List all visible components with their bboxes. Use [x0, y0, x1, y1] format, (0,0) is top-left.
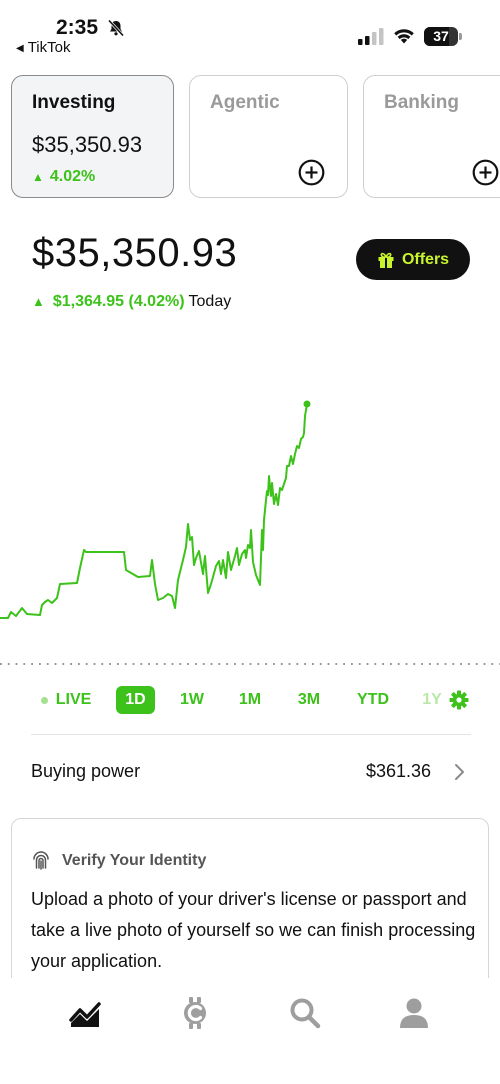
chevron-right-icon[interactable]: [453, 762, 465, 782]
portfolio-balance: $35,350.93: [32, 231, 238, 275]
back-app-label: TikTok: [27, 39, 71, 56]
gift-icon: [378, 252, 394, 268]
verify-identity-body: Upload a photo of your driver's license …: [31, 889, 476, 971]
add-circle-icon[interactable]: [472, 159, 499, 186]
cellular-signal-icon: [358, 28, 384, 45]
wifi-icon: [394, 29, 414, 44]
crypto-icon[interactable]: [178, 996, 212, 1030]
time-range-selector: LIVE 1D 1W 1M 3M YTD 1Y: [0, 686, 500, 716]
back-triangle-icon: ◀: [16, 43, 24, 54]
bell-muted-icon: [107, 19, 125, 37]
chart-settings-gear-icon[interactable]: [449, 690, 469, 710]
account-card-investing[interactable]: Investing $35,350.93 ▲ 4.02%: [11, 75, 174, 198]
range-1m[interactable]: 1M: [232, 686, 268, 714]
range-1y[interactable]: 1Y: [418, 686, 446, 714]
search-icon[interactable]: [288, 996, 322, 1030]
portfolio-line: [0, 403, 308, 619]
verify-identity-card[interactable]: Verify Your Identity Upload a photo of y…: [11, 818, 489, 998]
status-bar: 2:35 ◀ TikTok 37: [0, 0, 500, 62]
account-card-title: Agentic: [210, 92, 280, 113]
range-1w[interactable]: 1W: [174, 686, 210, 714]
range-ytd[interactable]: YTD: [352, 686, 394, 714]
gain-value: $1,364.95 (4.02%): [52, 293, 185, 310]
range-3m[interactable]: 3M: [291, 686, 327, 714]
account-card-title: Banking: [384, 92, 459, 113]
battery-level: 37: [433, 28, 449, 44]
live-dot-icon: [40, 696, 48, 704]
buying-power-label[interactable]: Buying power: [31, 761, 140, 782]
account-card-change: ▲ 4.02%: [32, 168, 95, 186]
range-1d[interactable]: 1D: [116, 686, 155, 714]
range-live[interactable]: LIVE: [38, 686, 94, 714]
divider: [31, 734, 471, 735]
account-card-change-value: 4.02%: [49, 168, 96, 185]
account-card-amount: $35,350.93: [32, 132, 143, 157]
add-circle-icon[interactable]: [298, 159, 325, 186]
fingerprint-icon: [33, 851, 49, 870]
buying-power-value[interactable]: $361.36: [366, 761, 431, 782]
offers-button[interactable]: Offers: [356, 239, 470, 280]
account-card-banking[interactable]: Banking: [363, 75, 500, 198]
profile-icon[interactable]: [397, 996, 431, 1030]
offers-label: Offers: [401, 250, 450, 268]
account-card-title: Investing: [32, 92, 116, 113]
battery-icon: 37: [424, 27, 462, 46]
portfolio-gain: ▲ $1,364.95 (4.02%) Today: [32, 293, 231, 311]
current-value-dot: [303, 400, 311, 408]
range-live-label: LIVE: [55, 691, 92, 708]
investing-chart-icon[interactable]: [68, 996, 102, 1030]
up-triangle-icon: ▲: [32, 170, 44, 184]
gain-period: Today: [188, 293, 232, 310]
verify-identity-title: Verify Your Identity: [62, 852, 207, 869]
back-to-app-link[interactable]: ◀ TikTok: [16, 39, 70, 56]
status-time: 2:35: [56, 16, 99, 39]
bottom-nav: [0, 978, 500, 1084]
up-triangle-icon: ▲: [32, 294, 45, 309]
portfolio-chart[interactable]: [0, 390, 500, 670]
account-card-agentic[interactable]: Agentic: [189, 75, 348, 198]
